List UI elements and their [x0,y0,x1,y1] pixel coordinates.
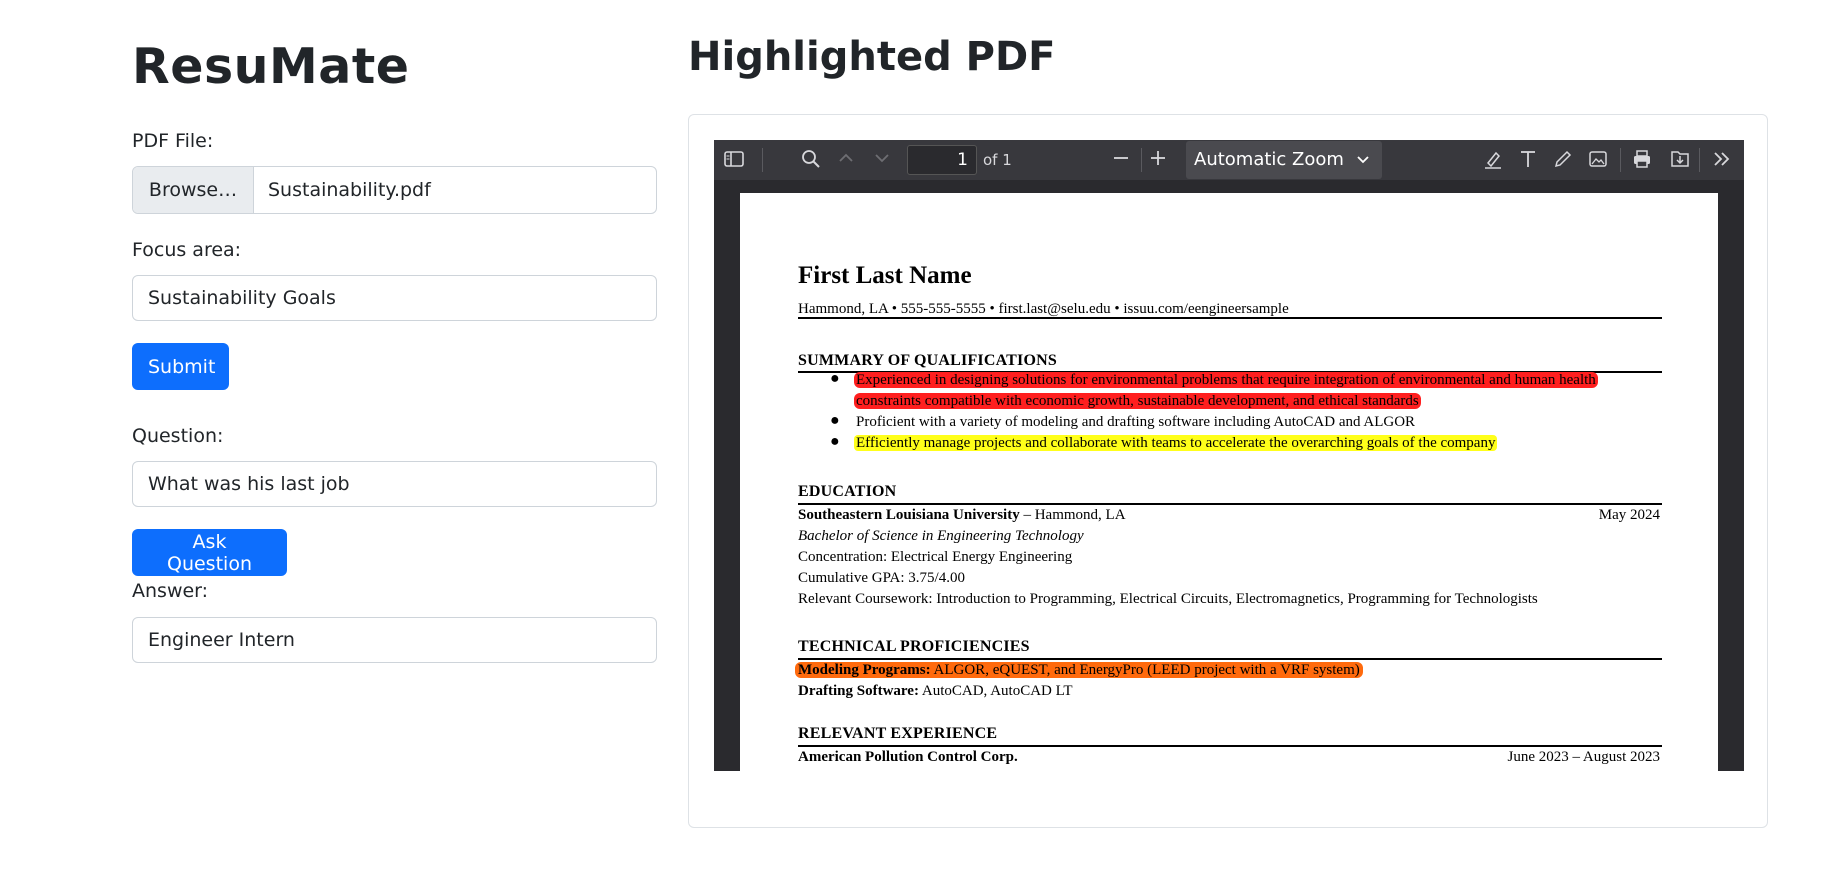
drafting-software-line: Drafting Software: AutoCAD, AutoCAD LT [798,683,1073,700]
summary-item-1-line-1: Experienced in designing solutions for e… [854,372,1598,389]
zoom-out-icon[interactable] [1109,148,1133,172]
bullet-icon: ● [830,412,840,429]
section-divider [798,503,1662,505]
resume-contact: Hammond, LA • 555-555-5555 • first.last@… [798,301,1289,317]
section-divider [798,745,1662,747]
page-count-label: of 1 [983,151,1012,169]
summary-item-1-highlight: Experienced in designing solutions for e… [854,372,1598,388]
toolbar-divider [1699,148,1700,172]
drafting-software-label: Drafting Software: [798,683,919,699]
summary-item-1-line-2: constraints compatible with economic gro… [854,393,1421,410]
pdf-file-label: PDF File: [132,130,214,152]
next-page-icon[interactable] [870,148,894,172]
focus-area-input[interactable] [132,275,657,321]
chevron-down-icon [1356,141,1370,193]
question-input[interactable] [132,461,657,507]
page-number-input[interactable]: 1 [907,145,977,175]
zoom-select-value: Automatic Zoom [1194,149,1344,170]
modeling-programs-label: Modeling Programs: [798,662,931,678]
education-gpa: Cumulative GPA: 3.75/4.00 [798,570,965,586]
summary-item-2: Proficient with a variety of modeling an… [856,414,1416,430]
summary-heading: SUMMARY OF QUALIFICATIONS [798,352,1057,369]
experience-heading: RELEVANT EXPERIENCE [798,725,998,742]
education-concentration: Concentration: Electrical Energy Enginee… [798,549,1073,565]
drafting-software-value: AutoCAD, AutoCAD LT [918,683,1073,699]
sidebar-toggle-icon[interactable] [722,148,746,172]
pdf-file-input[interactable]: Browse… Sustainability.pdf [132,166,657,214]
app-title: ResuMate [132,38,410,95]
browse-button[interactable]: Browse… [133,167,254,213]
highlighted-pdf-heading: Highlighted PDF [688,34,1056,80]
education-location: – Hammond, LA [1019,507,1126,523]
technical-heading: TECHNICAL PROFICIENCIES [798,638,1030,655]
ask-question-button[interactable]: Ask Question [132,529,287,576]
text-icon[interactable] [1516,148,1540,172]
selected-file-name: Sustainability.pdf [268,179,431,201]
zoom-select[interactable]: Automatic Zoom [1186,141,1382,179]
modeling-programs-highlight: Modeling Programs: ALGOR, eQUEST, and En… [795,662,1363,678]
modeling-programs-line: Modeling Programs: ALGOR, eQUEST, and En… [795,662,1363,679]
experience-date: June 2023 – August 2023 [1507,749,1660,765]
submit-button[interactable]: Submit [132,343,229,390]
experience-company: American Pollution Control Corp. [798,749,1018,765]
answer-label: Answer: [132,580,209,602]
previous-page-icon[interactable] [834,148,858,172]
education-coursework: Relevant Coursework: Introduction to Pro… [798,591,1538,607]
pdf-viewer[interactable]: 1 of 1 Automatic Zoom First Last Name Ha… [714,140,1744,771]
more-tools-icon[interactable] [1710,148,1734,172]
modeling-programs-value: ALGOR, eQUEST, and EnergyPro (LEED proje… [930,662,1360,678]
image-icon[interactable] [1586,148,1610,172]
summary-item-3-highlight: Efficiently manage projects and collabor… [854,435,1498,451]
summary-item-3: Efficiently manage projects and collabor… [854,435,1498,452]
section-divider [798,658,1662,660]
summary-item-1-highlight-cont: constraints compatible with economic gro… [854,393,1421,409]
education-degree: Bachelor of Science in Engineering Techn… [798,528,1084,544]
bullet-icon: ● [830,370,840,387]
highlight-icon[interactable] [1481,148,1505,172]
answer-field[interactable] [132,617,657,663]
education-heading: EDUCATION [798,483,897,500]
viewer-toolbar: 1 of 1 Automatic Zoom [714,140,1744,180]
focus-area-label: Focus area: [132,239,242,261]
print-icon[interactable] [1630,148,1654,172]
education-school: Southeastern Louisiana University [798,507,1020,523]
toolbar-divider [1141,148,1142,172]
toolbar-divider [1620,148,1621,172]
toolbar-divider [762,148,763,172]
bullet-icon: ● [830,433,840,450]
section-divider [798,317,1662,319]
zoom-in-icon[interactable] [1146,148,1170,172]
question-label: Question: [132,425,224,447]
education-date: May 2024 [1598,507,1660,523]
search-icon[interactable] [799,148,823,172]
resume-name: First Last Name [798,262,972,289]
education-school-line: Southeastern Louisiana University – Hamm… [798,507,1126,524]
save-icon[interactable] [1668,148,1692,172]
draw-icon[interactable] [1551,148,1575,172]
pdf-page: First Last Name Hammond, LA • 555-555-55… [740,193,1718,771]
